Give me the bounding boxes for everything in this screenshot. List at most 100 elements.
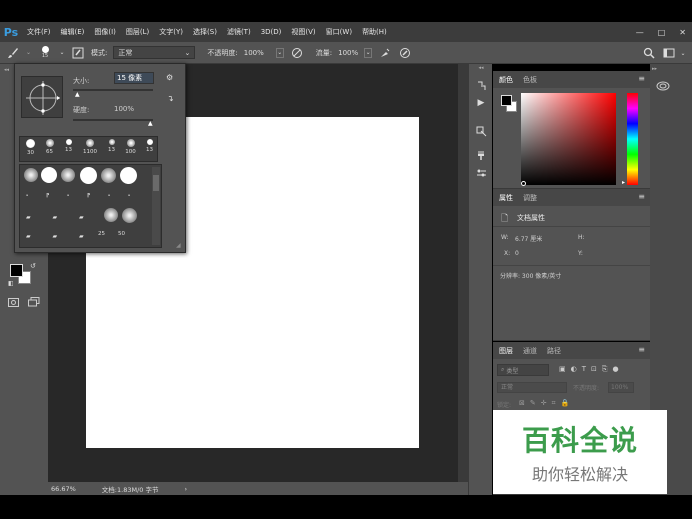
x-value[interactable]: 0 bbox=[515, 250, 519, 257]
foreground-color-chip[interactable] bbox=[10, 264, 23, 277]
opacity-dropdown-icon[interactable]: ⌄ bbox=[275, 47, 284, 58]
actions-play-icon[interactable]: ▶ bbox=[469, 94, 493, 112]
new-preset-icon[interactable]: ↴ bbox=[167, 94, 174, 103]
filter-toggle-icon[interactable]: ● bbox=[613, 365, 619, 374]
tab-adjustments[interactable]: 调整 bbox=[523, 193, 537, 203]
hardness-slider-handle[interactable]: ▲ bbox=[148, 120, 153, 127]
brush-preset[interactable]: 30 bbox=[22, 139, 39, 156]
collapse-icon[interactable]: ▸▸ bbox=[652, 66, 657, 72]
hardness-slider-track[interactable] bbox=[73, 119, 153, 121]
menu-image[interactable]: 图像(I) bbox=[89, 27, 121, 37]
brush-preset[interactable] bbox=[101, 168, 116, 183]
hue-slider[interactable] bbox=[627, 93, 638, 185]
color-foreground-swatch[interactable] bbox=[501, 95, 512, 106]
menu-help[interactable]: 帮助(H) bbox=[357, 27, 392, 37]
resize-grip-icon[interactable]: ◢ bbox=[176, 242, 181, 249]
tab-swatches[interactable]: 色板 bbox=[523, 75, 537, 85]
close-button[interactable]: ✕ bbox=[679, 28, 686, 37]
size-slider-track[interactable] bbox=[73, 89, 153, 91]
workspace-icon[interactable] bbox=[662, 46, 676, 60]
brush-preset-row[interactable]: ▰ ▰ ▰ bbox=[26, 233, 94, 240]
brush-preset[interactable]: 13 bbox=[141, 139, 158, 153]
panel-collapse-icon[interactable]: ◂◂ bbox=[4, 67, 9, 73]
workspace-dropdown-icon[interactable]: ⌄ bbox=[676, 46, 690, 60]
adjustment-filter-icon[interactable]: ◐ bbox=[571, 365, 577, 374]
brush-presets-icon[interactable] bbox=[469, 164, 493, 182]
panel-menu-icon[interactable]: ≡ bbox=[638, 345, 645, 354]
tab-paths[interactable]: 路径 bbox=[547, 346, 561, 356]
brush-panel-toggle-icon[interactable] bbox=[71, 46, 85, 60]
menu-edit[interactable]: 编辑(E) bbox=[56, 27, 90, 37]
flow-value[interactable]: 100% bbox=[338, 49, 358, 57]
flow-dropdown-icon[interactable]: ⌄ bbox=[364, 47, 373, 58]
panel-menu-icon[interactable]: ≡ bbox=[638, 74, 645, 83]
saturation-brightness-field[interactable] bbox=[521, 93, 616, 185]
brush-picker-arrow-icon[interactable]: ⌄ bbox=[59, 46, 65, 60]
mode-dropdown[interactable]: 正常 ⌄ bbox=[113, 46, 196, 59]
default-colors-icon[interactable]: ◧ bbox=[8, 280, 14, 287]
brush-preset-row[interactable]: ⁍ ⁋ ⁍ ⁋ ⁍ ⁍ bbox=[26, 193, 138, 199]
panel-menu-icon[interactable]: ≡ bbox=[638, 192, 645, 201]
menu-file[interactable]: 文件(F) bbox=[22, 27, 56, 37]
tab-color[interactable]: 颜色 bbox=[499, 75, 513, 85]
maximize-button[interactable]: □ bbox=[658, 28, 666, 37]
brush-preset[interactable]: 100 bbox=[122, 139, 139, 155]
brush-preset[interactable]: 1100 bbox=[79, 139, 101, 155]
tab-channels[interactable]: 通道 bbox=[523, 346, 537, 356]
brush-preset[interactable]: 13 bbox=[103, 139, 120, 153]
quick-mask-icon[interactable] bbox=[8, 298, 19, 307]
document-info[interactable]: 文档:1.83M/0 字节 bbox=[102, 484, 159, 494]
tab-properties[interactable]: 属性 bbox=[499, 193, 513, 203]
menu-filter[interactable]: 滤镜(T) bbox=[222, 27, 256, 37]
search-icon[interactable] bbox=[642, 46, 656, 60]
pressure-opacity-icon[interactable] bbox=[290, 46, 304, 60]
presets-scrollbar[interactable] bbox=[152, 167, 160, 245]
brush-preset-label[interactable]: 25 bbox=[98, 231, 105, 237]
pixel-filter-icon[interactable]: ▣ bbox=[559, 365, 566, 374]
brush-preset[interactable] bbox=[61, 168, 75, 182]
lock-position-icon[interactable]: ✛ bbox=[541, 399, 547, 408]
width-value[interactable]: 6.77 厘米 bbox=[515, 234, 542, 243]
brush-preset[interactable]: 65 bbox=[41, 139, 58, 155]
brush-settings-icon[interactable] bbox=[469, 146, 493, 164]
tool-preset-arrow-icon[interactable]: ⌄ bbox=[26, 49, 31, 56]
column-collapse-icon[interactable]: ◂◂ bbox=[469, 64, 493, 72]
scrollbar-thumb[interactable] bbox=[153, 175, 159, 191]
vertical-scrollbar[interactable] bbox=[458, 64, 468, 482]
gear-icon[interactable]: ⚙ bbox=[166, 73, 173, 82]
menu-window[interactable]: 窗口(W) bbox=[321, 27, 357, 37]
brush-angle-preview[interactable] bbox=[21, 76, 63, 118]
brush-preset[interactable] bbox=[104, 208, 118, 222]
brush-tool-icon[interactable] bbox=[6, 46, 20, 60]
brush-preset[interactable] bbox=[24, 168, 38, 182]
lock-pixels-icon[interactable]: ✎ bbox=[530, 399, 536, 408]
brush-preset-label[interactable]: 50 bbox=[118, 231, 125, 237]
layer-filter-dropdown[interactable]: ⌕ 类型 bbox=[497, 364, 549, 376]
brush-preset[interactable] bbox=[41, 167, 57, 183]
minimize-button[interactable]: — bbox=[636, 28, 644, 37]
airbrush-icon[interactable] bbox=[378, 46, 392, 60]
brush-preset[interactable]: 13 bbox=[60, 139, 77, 153]
tool-presets-icon[interactable] bbox=[469, 122, 493, 140]
layer-opacity-input[interactable]: 100% bbox=[608, 382, 634, 393]
brush-preset-picker[interactable]: 15 bbox=[37, 46, 53, 60]
brush-preset[interactable] bbox=[120, 167, 137, 184]
shape-filter-icon[interactable]: ⊡ bbox=[591, 365, 597, 374]
brush-size-input[interactable]: 15 像素 bbox=[114, 72, 154, 84]
lock-all-icon[interactable]: 🔒 bbox=[561, 399, 570, 408]
menu-layer[interactable]: 图层(L) bbox=[121, 27, 154, 37]
brush-preset[interactable] bbox=[80, 167, 97, 184]
status-menu-arrow[interactable]: › bbox=[184, 485, 187, 493]
lock-transparent-icon[interactable]: ⊠ bbox=[519, 399, 525, 408]
screen-mode-icon[interactable] bbox=[28, 297, 40, 307]
hardness-value[interactable]: 100% bbox=[114, 105, 134, 113]
menu-3d[interactable]: 3D(D) bbox=[256, 28, 287, 36]
color-picker-cursor[interactable] bbox=[521, 181, 526, 186]
size-slider-handle[interactable]: ▲ bbox=[75, 91, 80, 98]
blend-mode-dropdown[interactable]: 正常 bbox=[497, 382, 567, 393]
history-icon[interactable] bbox=[469, 76, 493, 94]
pressure-size-icon[interactable] bbox=[398, 46, 412, 60]
tab-layers[interactable]: 图层 bbox=[499, 346, 513, 356]
brush-preset[interactable] bbox=[122, 208, 137, 223]
menu-type[interactable]: 文字(Y) bbox=[154, 27, 188, 37]
